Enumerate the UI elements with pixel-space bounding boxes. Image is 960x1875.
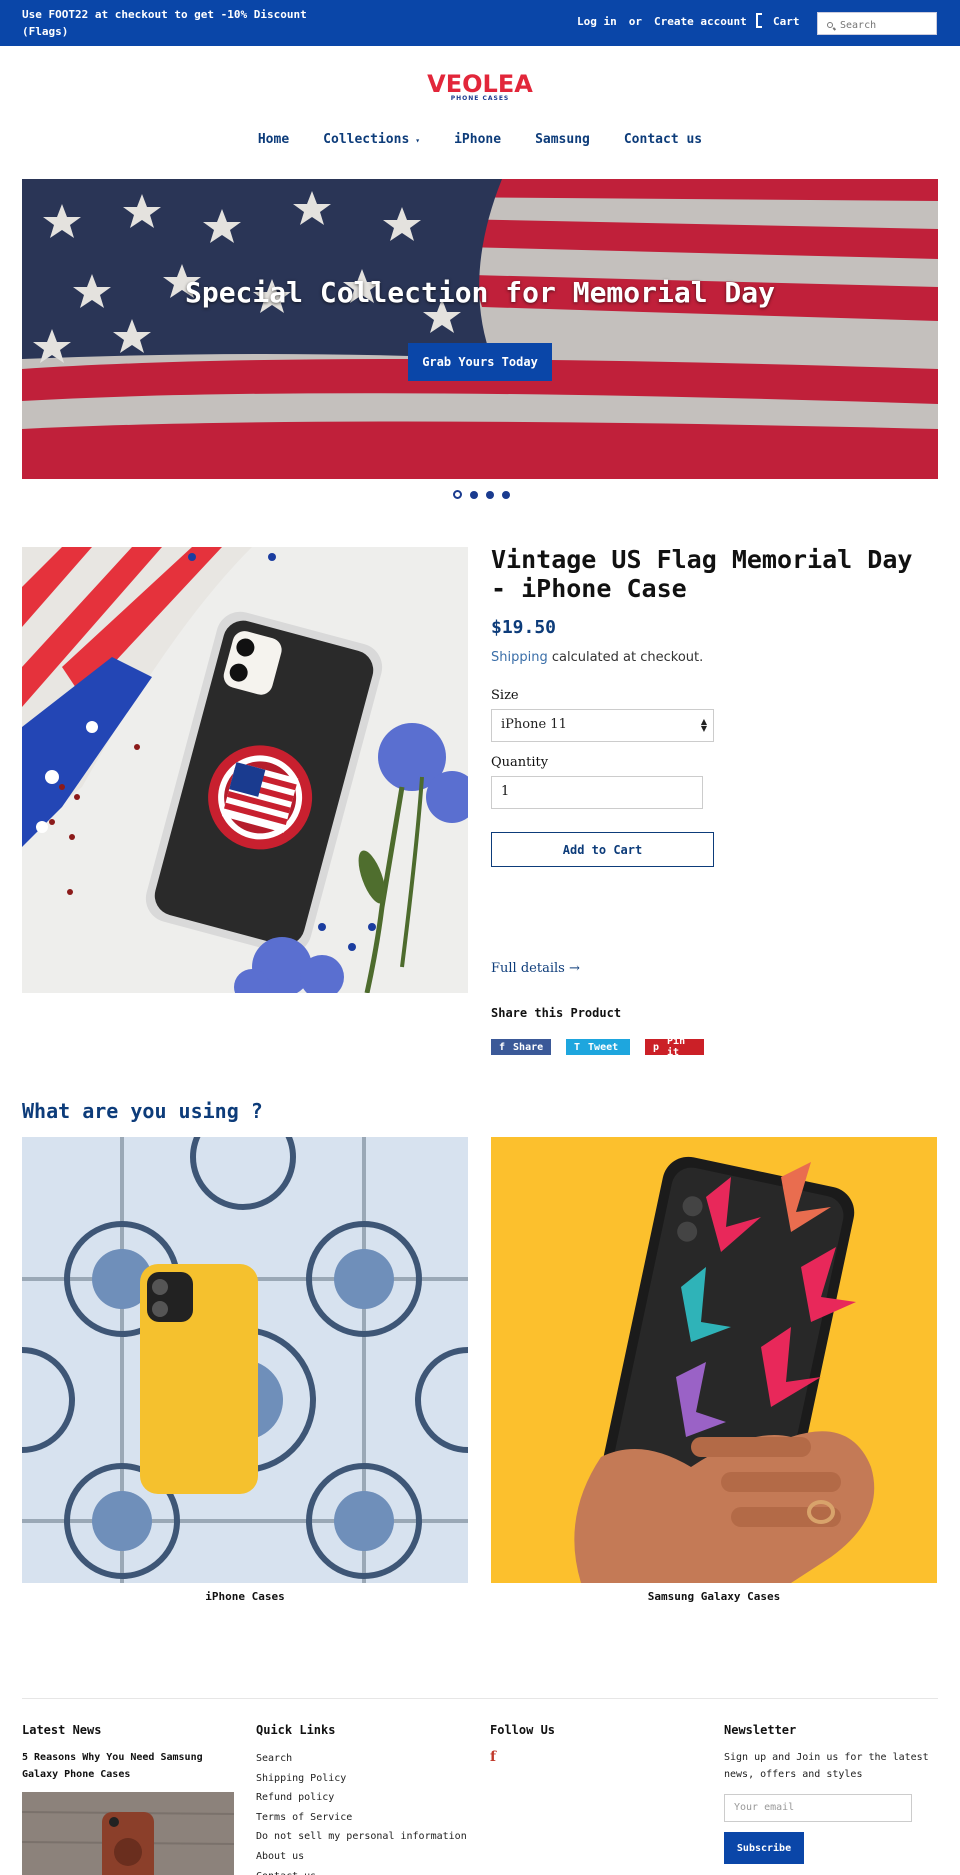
nav-contact[interactable]: Contact us: [624, 132, 702, 147]
newsletter-text: Sign up and Join us for the latest news,…: [724, 1752, 929, 1780]
facebook-icon: f: [499, 1041, 506, 1053]
share-facebook-label: Share: [513, 1041, 544, 1053]
nav-collections-label: Collections: [323, 132, 410, 147]
collections-heading: What are you using ?: [22, 1099, 263, 1123]
add-to-cart-button[interactable]: Add to Cart: [491, 832, 714, 867]
slide-dot-4[interactable]: [502, 491, 510, 499]
product-title: Vintage US Flag Memorial Day - iPhone Ca…: [491, 545, 913, 603]
size-value: iPhone 11: [501, 717, 567, 732]
footer-link-terms[interactable]: Terms of Service: [256, 1808, 467, 1828]
newsletter-heading: Newsletter: [724, 1723, 797, 1737]
collection-iphone-label[interactable]: iPhone Cases: [22, 1590, 468, 1603]
size-select[interactable]: iPhone 11 ▲ ▼: [491, 709, 714, 742]
logo-wordmark: VEOLEA: [427, 70, 533, 98]
nav-samsung[interactable]: Samsung: [535, 132, 590, 147]
share-pinterest-button[interactable]: p Pin it: [645, 1036, 704, 1058]
main-nav: Home Collections ▾ iPhone Samsung Contact…: [0, 132, 960, 147]
slide-dot-3[interactable]: [486, 491, 494, 499]
search-icon[interactable]: [827, 22, 833, 28]
search-box[interactable]: [817, 12, 937, 36]
hero-title: Special Collection for Memorial Day: [184, 276, 775, 309]
share-buttons: f Share T Tweet p Pin it: [491, 1036, 704, 1058]
quick-links-heading: Quick Links: [256, 1723, 336, 1737]
search-input[interactable]: [818, 15, 936, 36]
footer-follow: Follow Us f: [490, 1723, 555, 1765]
shipping-note: Shipping calculated at checkout.: [491, 650, 703, 665]
footer-link-contact[interactable]: Contact us: [256, 1867, 467, 1875]
latest-news-heading: Latest News: [22, 1723, 102, 1737]
chevron-down-icon: ▾: [415, 136, 421, 145]
footer-latest-news: Latest News 5 Reasons Why You Need Samsu…: [22, 1723, 222, 1783]
shipping-text: calculated at checkout.: [551, 650, 704, 665]
collection-samsung-image[interactable]: [491, 1137, 937, 1583]
share-twitter-label: Tweet: [588, 1041, 619, 1053]
footer-link-refund[interactable]: Refund policy: [256, 1788, 467, 1808]
account-links: Log in or Create account: [577, 15, 747, 28]
shipping-link[interactable]: Shipping: [491, 650, 548, 665]
quantity-input[interactable]: 1: [491, 776, 703, 809]
or-text: or: [628, 15, 642, 28]
footer-divider: [22, 1698, 938, 1699]
news-post-image[interactable]: [22, 1792, 234, 1875]
share-heading: Share this Product: [491, 1006, 622, 1020]
pinterest-icon: p: [653, 1041, 660, 1053]
quantity-label: Quantity: [491, 755, 549, 770]
slideshow-dots: [453, 490, 510, 499]
news-post-title[interactable]: 5 Reasons Why You Need Samsung Galaxy Ph…: [22, 1749, 222, 1783]
slide-dot-2[interactable]: [470, 491, 478, 499]
share-twitter-button[interactable]: T Tweet: [566, 1039, 630, 1055]
footer-link-about[interactable]: About us: [256, 1847, 467, 1867]
footer-newsletter: Newsletter Sign up and Join us for the l…: [724, 1723, 939, 1783]
product-image[interactable]: [22, 547, 468, 993]
select-arrows-icon: ▲ ▼: [700, 717, 707, 733]
size-label: Size: [491, 688, 519, 703]
share-pinterest-label: Pin it: [667, 1036, 686, 1058]
collection-samsung-label[interactable]: Samsung Galaxy Cases: [491, 1590, 937, 1603]
full-details-link[interactable]: Full details →: [491, 961, 580, 976]
promo-text: Use FOOT22 at checkout to get -10% Disco…: [22, 8, 307, 38]
nav-home[interactable]: Home: [258, 132, 289, 147]
subscribe-button[interactable]: Subscribe: [724, 1832, 804, 1864]
nav-collections[interactable]: Collections ▾: [323, 132, 420, 147]
slide-dot-1[interactable]: [453, 490, 462, 499]
newsletter-email-input[interactable]: Your email: [724, 1794, 912, 1822]
share-facebook-button[interactable]: f Share: [491, 1039, 551, 1055]
cart-link[interactable]: Cart: [773, 15, 800, 28]
product-price: $19.50: [491, 617, 557, 638]
flag-banner-image: [22, 179, 938, 479]
footer-quick-links: Quick Links Search Shipping Policy Refun…: [256, 1723, 467, 1875]
site-logo[interactable]: VEOLEA PHONE CASES: [420, 70, 540, 102]
twitter-icon: T: [574, 1041, 581, 1053]
follow-heading: Follow Us: [490, 1723, 556, 1737]
hero-slideshow: Special Collection for Memorial Day Grab…: [22, 179, 938, 479]
cart-icon[interactable]: [756, 13, 762, 28]
footer-link-shipping[interactable]: Shipping Policy: [256, 1769, 467, 1789]
facebook-icon[interactable]: f: [490, 1749, 555, 1765]
announcement-bar: Use FOOT22 at checkout to get -10% Disco…: [0, 0, 960, 46]
nav-iphone[interactable]: iPhone: [454, 132, 501, 147]
hero-cta-button[interactable]: Grab Yours Today: [408, 343, 552, 381]
collection-iphone-image[interactable]: [22, 1137, 468, 1583]
footer-link-search[interactable]: Search: [256, 1749, 467, 1769]
create-account-link[interactable]: Create account: [654, 15, 747, 28]
login-link[interactable]: Log in: [577, 15, 617, 28]
footer-link-do-not-sell[interactable]: Do not sell my personal information: [256, 1827, 467, 1847]
